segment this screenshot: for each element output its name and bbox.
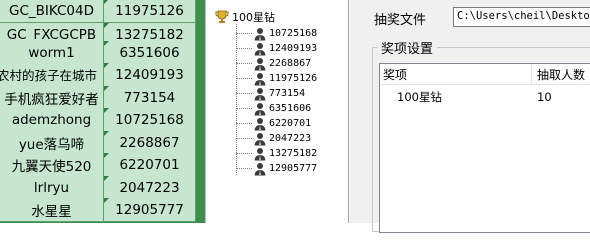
- name-cell[interactable]: 九翼天使520: [0, 153, 104, 177]
- trophy-icon: [215, 10, 229, 23]
- person-icon: [254, 102, 266, 115]
- value-cell[interactable]: 2047223: [104, 176, 196, 200]
- table-row: 水星星 12905777: [0, 198, 210, 222]
- tree-item-label: 11975126: [269, 73, 318, 84]
- tree-item-label: 773154: [269, 88, 306, 99]
- tree-connector: [236, 108, 252, 109]
- table-row: GC_BIKC04D 11975126: [0, 0, 210, 23]
- tree-item[interactable]: 10725168: [236, 26, 317, 41]
- winner-tree[interactable]: 100星钻 10725168 12409193 2268867 11975126 773…: [205, 0, 349, 223]
- column-header-count[interactable]: 抽取人数: [532, 64, 590, 85]
- value-cell[interactable]: 6220701: [104, 153, 196, 177]
- tree-root-node[interactable]: 100星钻: [215, 9, 275, 24]
- column-header-prize[interactable]: 奖项: [380, 64, 532, 85]
- tree-item[interactable]: 773154: [236, 86, 305, 101]
- person-icon: [254, 57, 266, 70]
- tree-item[interactable]: 6351606: [236, 101, 311, 116]
- value-cell[interactable]: 2268867: [104, 131, 196, 155]
- file-label: 抽奖文件: [374, 13, 427, 28]
- table-row: lrlryu 2047223: [0, 176, 210, 200]
- person-icon: [254, 42, 266, 55]
- tree-item-label: 6351606: [269, 103, 312, 114]
- tree-item-label: 10725168: [269, 28, 318, 39]
- person-icon: [254, 132, 266, 145]
- tree-item-label: 12409193: [269, 43, 318, 54]
- value-cell[interactable]: 11975126: [104, 0, 196, 23]
- tree-connector: [236, 78, 252, 79]
- person-icon: [254, 27, 266, 40]
- prize-cell: 100星钻: [397, 90, 442, 104]
- person-icon: [254, 87, 266, 100]
- name-cell[interactable]: yue落乌啼: [0, 131, 104, 155]
- name-cell[interactable]: ademzhong: [0, 108, 104, 132]
- tree-item[interactable]: 12905777: [236, 161, 317, 176]
- tree-item-label: 12905777: [269, 163, 318, 174]
- tree-connector: [236, 48, 252, 49]
- tree-item[interactable]: 2047223: [236, 131, 311, 146]
- tree-connector: [236, 63, 252, 64]
- person-icon: [254, 72, 266, 85]
- list-header: 奖项 抽取人数: [380, 64, 590, 85]
- name-cell[interactable]: 手机疯狂爱好者: [0, 86, 104, 110]
- value-cell[interactable]: 6351606: [104, 41, 196, 65]
- table-row: 农村的孩子在城市 12409193: [0, 63, 210, 87]
- value-cell[interactable]: 10725168: [104, 108, 196, 132]
- name-cell[interactable]: lrlryu: [0, 176, 104, 200]
- tree-item-label: 6220701: [269, 118, 312, 129]
- group-title: 奖项设置: [377, 38, 438, 57]
- table-row: worm1 6351606: [0, 41, 210, 65]
- tree-connector: [236, 168, 252, 169]
- tree-connector: [236, 93, 252, 94]
- value-cell[interactable]: 12409193: [104, 63, 196, 87]
- settings-panel: 抽奖文件 C:\Users\cheil\Desktop 奖项设置 奖项 抽取人数…: [350, 0, 590, 233]
- tree-item[interactable]: 12409193: [236, 41, 317, 56]
- value-cell[interactable]: 12905777: [104, 198, 196, 222]
- table-row: ademzhong 10725168: [0, 108, 210, 132]
- count-cell: 10: [537, 90, 552, 104]
- table-row: 九翼天使520 6220701: [0, 153, 210, 177]
- prize-list[interactable]: 奖项 抽取人数 100星钻 10: [379, 63, 590, 233]
- tree-item-label: 2047223: [269, 133, 312, 144]
- person-icon: [254, 162, 266, 175]
- table-row: 手机疯狂爱好者 773154: [0, 86, 210, 110]
- tree-item[interactable]: 6220701: [236, 116, 311, 131]
- person-icon: [254, 147, 266, 160]
- name-cell[interactable]: 农村的孩子在城市: [0, 63, 104, 87]
- tree-root-label: 100星钻: [232, 10, 275, 24]
- spreadsheet: GC_BIKC04D 11975126 GC_FXCGCPB 13275182 …: [0, 0, 210, 223]
- value-cell[interactable]: 773154: [104, 86, 196, 110]
- tree-item[interactable]: 2268867: [236, 56, 311, 71]
- table-row: yue落乌啼 2268867: [0, 131, 210, 155]
- name-cell[interactable]: worm1: [0, 41, 104, 65]
- name-cell-text: 农村的孩子在城市: [0, 68, 98, 83]
- person-icon: [254, 117, 266, 130]
- tree-connector: [236, 138, 252, 139]
- file-path-input[interactable]: C:\Users\cheil\Desktop: [453, 7, 590, 27]
- tree-item-label: 2268867: [269, 58, 312, 69]
- list-item[interactable]: 100星钻 10: [380, 88, 590, 106]
- tree-connector: [236, 33, 252, 34]
- name-cell[interactable]: 水星星: [0, 198, 104, 222]
- name-cell[interactable]: GC_BIKC04D: [0, 0, 104, 23]
- tree-connector: [236, 123, 252, 124]
- tree-item[interactable]: 13275182: [236, 146, 317, 161]
- tree-item[interactable]: 11975126: [236, 71, 317, 86]
- tree-connector: [236, 153, 252, 154]
- tree-item-label: 13275182: [269, 148, 318, 159]
